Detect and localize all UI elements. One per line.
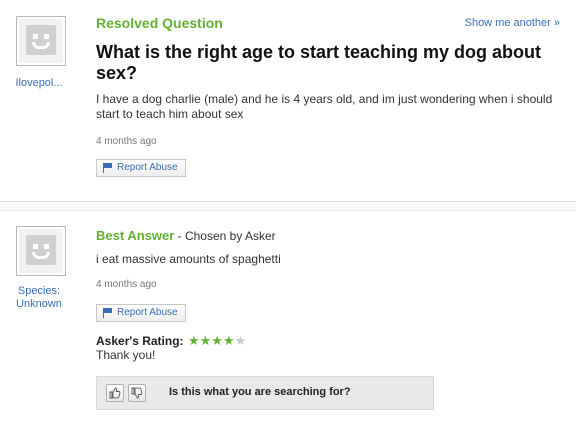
asker-avatar[interactable] <box>16 16 66 66</box>
rating-stars-filled: ★★★★ <box>188 333 235 348</box>
report-abuse-button[interactable]: Report Abuse <box>96 304 186 322</box>
rating-stars-empty: ★ <box>234 333 247 348</box>
askers-rating-label: Asker's Rating: <box>96 334 184 348</box>
thumbs-down-button[interactable] <box>128 384 146 402</box>
default-avatar-face-icon <box>26 25 56 55</box>
question-timestamp: 4 months ago <box>96 136 157 147</box>
thumbs-down-icon <box>131 387 143 399</box>
report-abuse-button[interactable]: Report Abuse <box>96 159 186 177</box>
question-details: I have a dog charlie (male) and he is 4 … <box>96 92 553 121</box>
rating-stars: ★★★★★ <box>188 333 246 348</box>
best-answer-heading-row: Best Answer - Chosen by Asker <box>96 228 276 243</box>
question-section: Ilovepol... Resolved Question Show me an… <box>0 0 576 200</box>
answer-timestamp: 4 months ago <box>96 279 157 290</box>
show-another-link[interactable]: Show me another » <box>465 17 560 29</box>
chosen-by-asker: - Chosen by Asker <box>177 229 276 243</box>
flag-icon <box>103 308 113 318</box>
answerer-avatar[interactable] <box>16 226 66 276</box>
answerer-username-line1: Species: <box>17 285 61 297</box>
asker-username[interactable]: Ilovepol... <box>6 77 72 90</box>
resolved-question-heading: Resolved Question <box>96 15 223 31</box>
answer-text: i eat massive amounts of spaghetti <box>96 252 281 266</box>
flag-icon <box>103 163 113 173</box>
answerer-username[interactable]: Species: Unknown <box>6 285 72 311</box>
best-answer-section: Species: Unknown Best Answer - Chosen by… <box>0 210 576 421</box>
report-abuse-label: Report Abuse <box>117 162 178 173</box>
feedback-bar: Is this what you are searching for? <box>96 376 434 410</box>
feedback-prompt: Is this what you are searching for? <box>169 386 351 398</box>
best-answer-heading: Best Answer <box>96 228 175 243</box>
report-abuse-label: Report Abuse <box>117 307 178 318</box>
question-title: What is the right age to start teaching … <box>96 42 542 83</box>
answerer-username-line2: Unknown <box>16 298 62 310</box>
thumbs-up-icon <box>109 387 121 399</box>
default-avatar-face-icon <box>26 235 56 265</box>
thumbs-up-button[interactable] <box>106 384 124 402</box>
askers-comment: Thank you! <box>96 348 156 362</box>
